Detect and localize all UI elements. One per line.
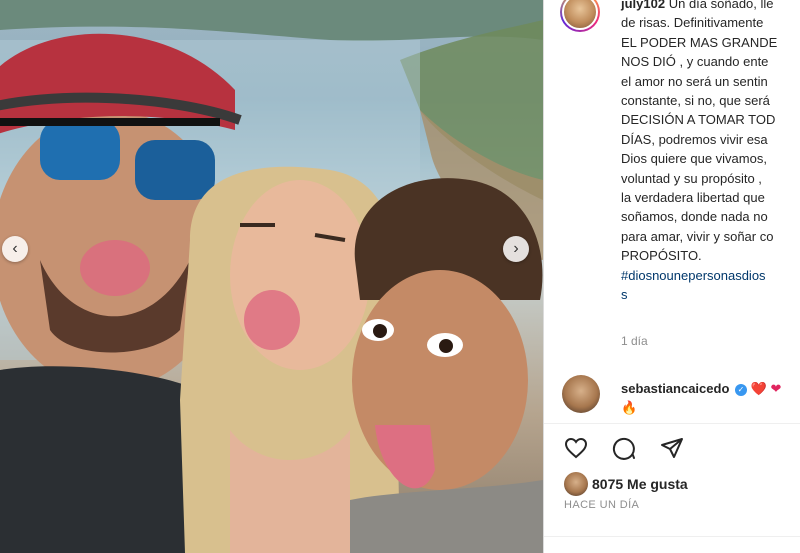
author-avatar[interactable] [560, 0, 600, 32]
heart-icon [564, 437, 588, 459]
verified-icon: ✓ [735, 383, 748, 396]
post-side-panel: july102 Un día soñado, lle de risas. Def… [543, 0, 800, 553]
commenter-avatar[interactable] [562, 375, 600, 413]
post-time: 1 día [621, 334, 648, 348]
caption-line: la verdadera libertad que [621, 190, 765, 206]
comment-button[interactable] [610, 434, 638, 462]
likes-count[interactable]: 8075 Me gusta [592, 476, 688, 492]
hashtag-link[interactable]: #diosnounepersonasdios [621, 266, 800, 285]
comment-icon [612, 437, 635, 460]
caption-line: EL PODER MAS GRANDE [621, 34, 778, 50]
hashtag-link-continued[interactable]: s [621, 285, 800, 304]
comment-emoji: ❤️ ❤ [750, 381, 782, 396]
caption-line: NOS DIÓ , y cuando ente [621, 54, 769, 70]
divider [544, 423, 800, 424]
action-bar [562, 434, 686, 462]
caption-line: de risas. Definitivamente [621, 15, 764, 31]
caption-line: voluntad y su propósito , [621, 170, 762, 186]
divider [544, 536, 800, 537]
comment-username[interactable]: sebastiancaicedo [621, 381, 729, 396]
comment-row: sebastiancaicedo ✓ ❤️ ❤ [621, 381, 781, 397]
next-photo-button[interactable]: › [503, 236, 529, 262]
caption-line: soñamos, donde nada no [621, 209, 768, 225]
caption-line: constante, si no, que será [621, 93, 770, 109]
caption-line: PROPÓSITO. [621, 248, 702, 264]
liker-avatar[interactable] [564, 472, 588, 496]
like-button[interactable] [562, 434, 590, 462]
comment-emoji-fire: 🔥 [621, 400, 638, 415]
post-date: HACE UN DÍA [564, 499, 640, 511]
caption-line: el amor no será un sentin [621, 73, 768, 89]
send-icon [661, 438, 683, 458]
caption-line: para amar, vivir y soñar co [621, 228, 774, 244]
post-photo[interactable]: ‹ › [0, 0, 543, 553]
chevron-right-icon: › [513, 240, 519, 257]
chevron-left-icon: ‹ [12, 240, 18, 257]
caption-line: DÍAS, podremos vivir esa [621, 131, 768, 147]
previous-photo-button[interactable]: ‹ [2, 236, 28, 262]
caption-username[interactable]: july102 [621, 0, 665, 11]
caption-line: Dios quiere que vivamos, [621, 151, 767, 167]
post-caption: july102 Un día soñado, lle de risas. Def… [621, 0, 800, 305]
caption-line: Un día soñado, lle [668, 0, 774, 11]
share-button[interactable] [658, 434, 686, 462]
photo-illustration [0, 0, 543, 553]
caption-line: DECISIÓN A TOMAR TOD [621, 112, 776, 128]
